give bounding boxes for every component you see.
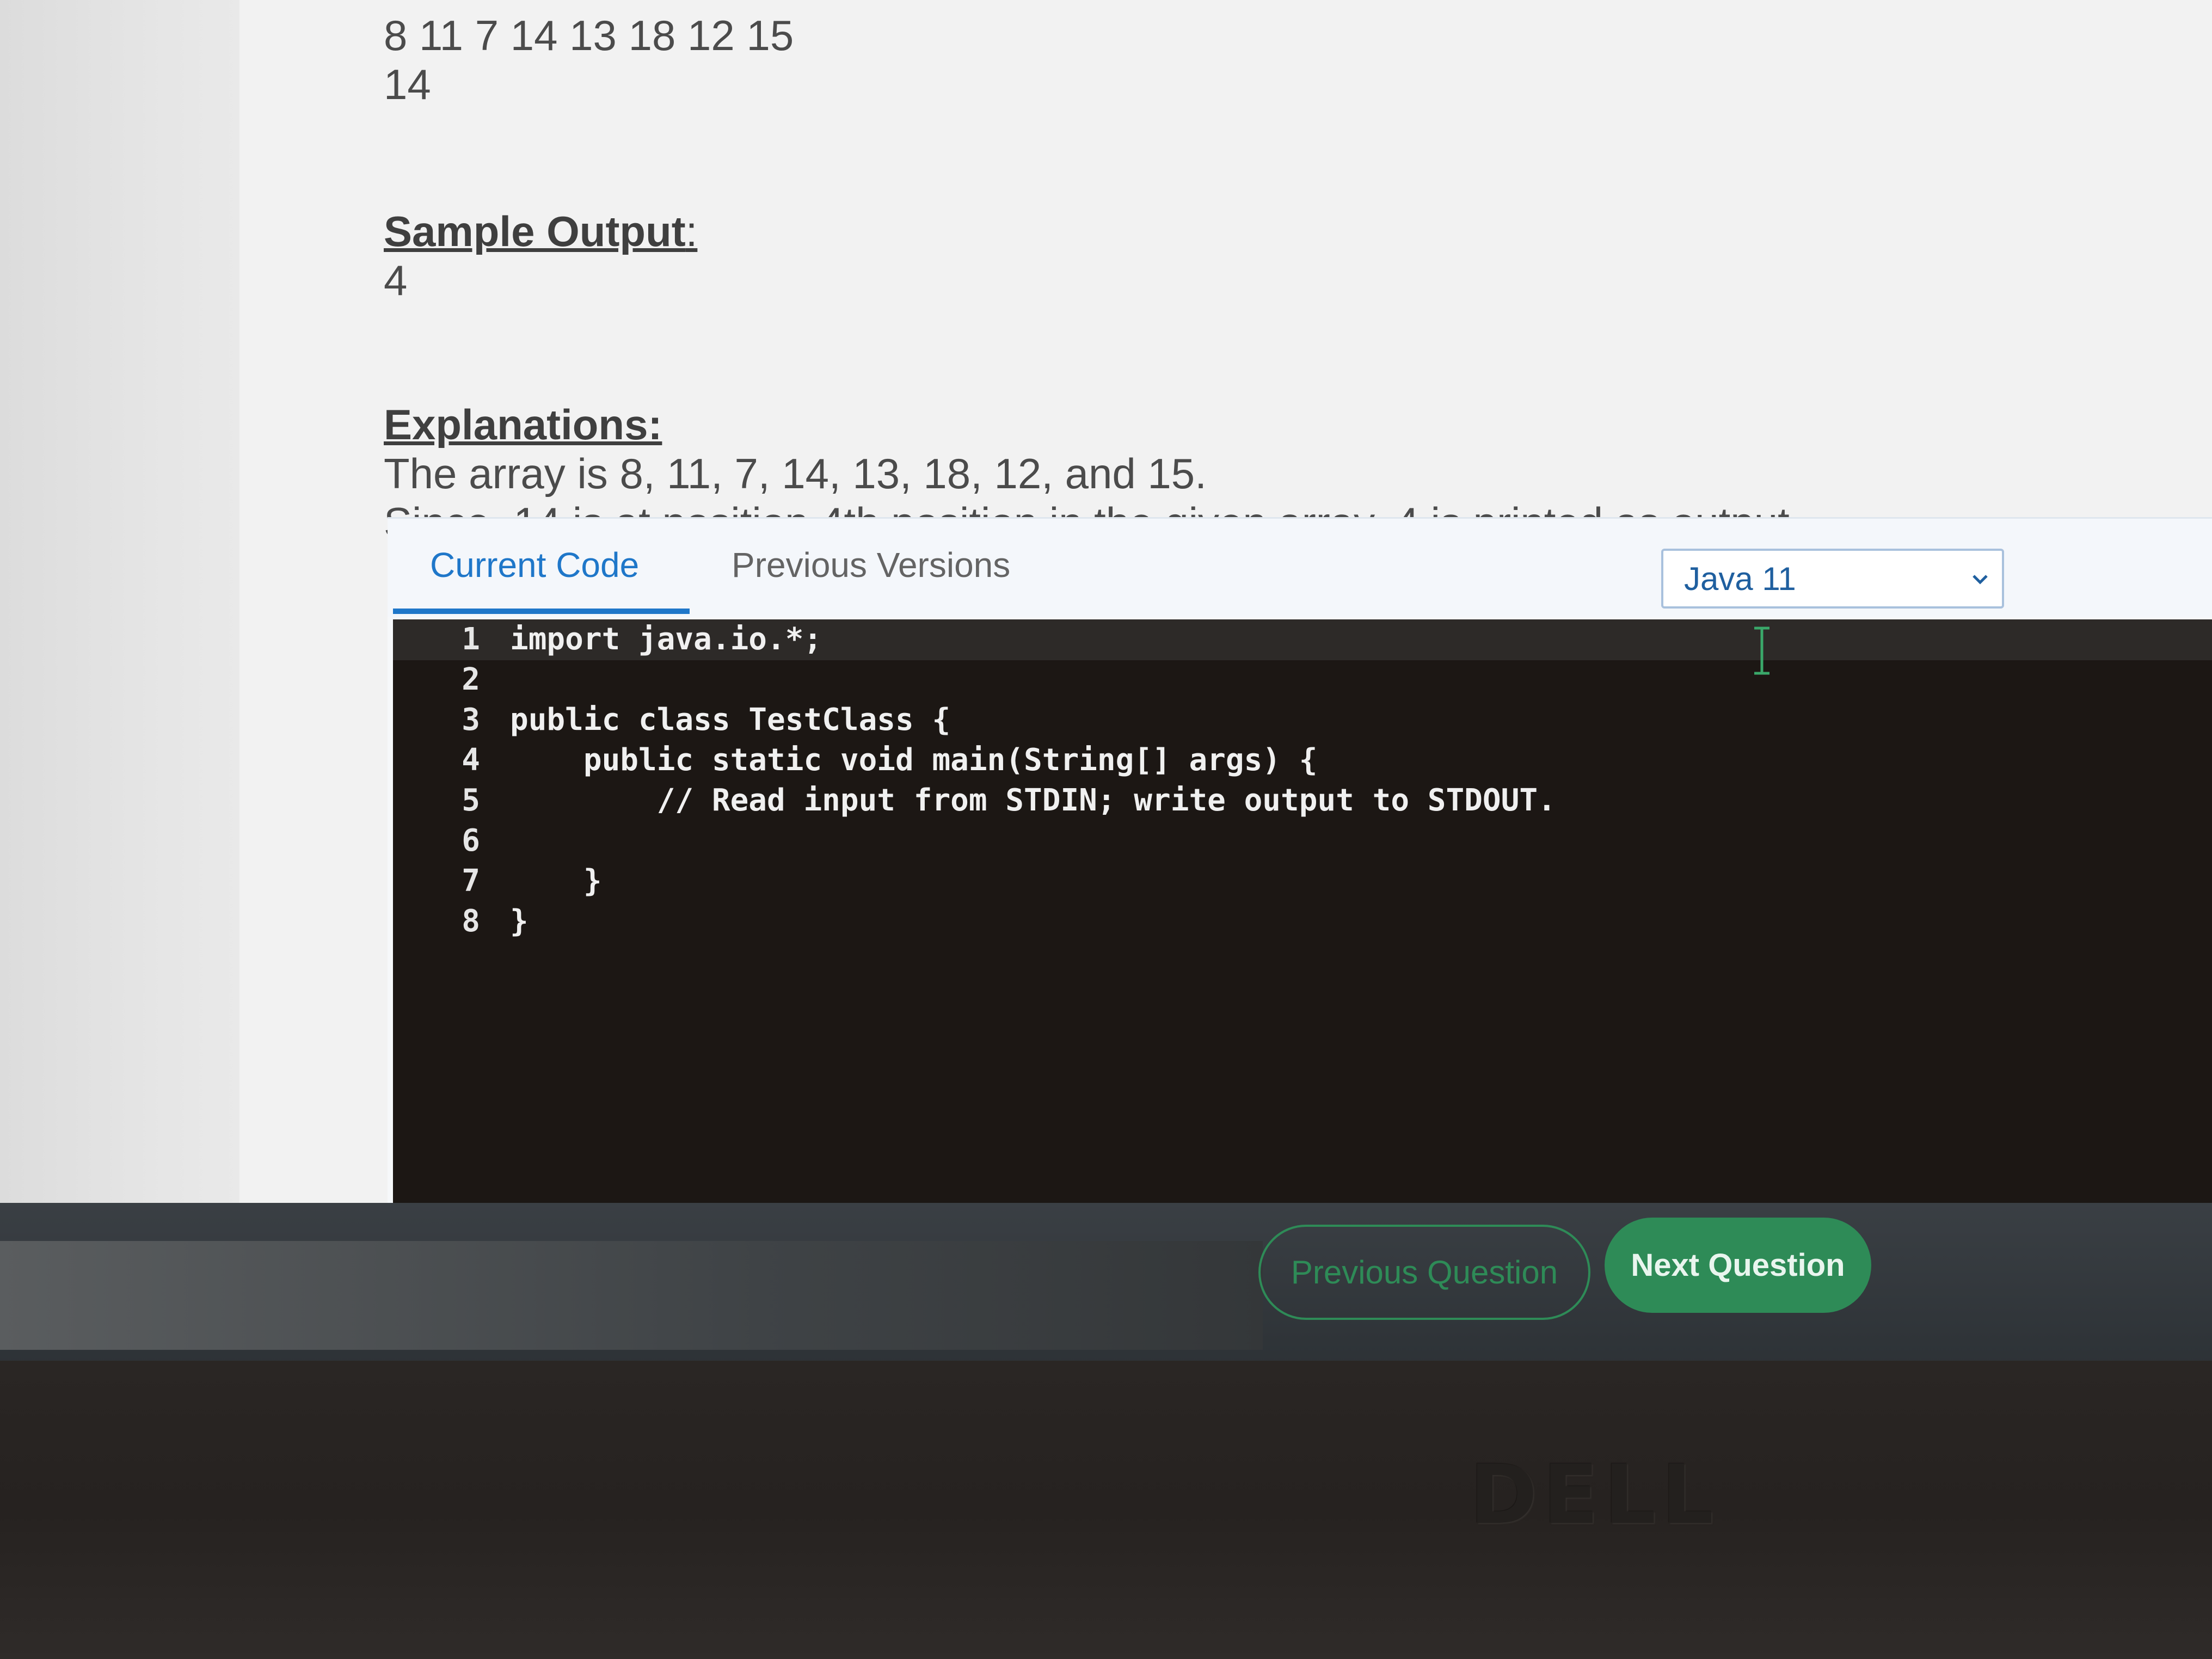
code-line[interactable]: // Read input from STDIN; write output t… [510, 781, 1556, 821]
monitor-brand-logo: DELL [1470, 1448, 1719, 1543]
explanations-heading: Explanations: [384, 401, 662, 448]
tab-current-code[interactable]: Current Code [430, 540, 639, 589]
line-number: 7 [462, 863, 480, 899]
line-number: 6 [462, 823, 480, 858]
line-number: 3 [462, 702, 480, 738]
code-line[interactable]: } [510, 861, 602, 901]
chevron-down-icon [1973, 575, 1988, 585]
code-line[interactable]: public class TestClass { [510, 700, 950, 740]
sample-output-heading: Sample Output: [384, 207, 698, 255]
monitor-bezel [0, 1361, 2212, 1659]
line-number: 8 [462, 904, 480, 939]
line-number: 1 [462, 622, 480, 657]
sample-input-line-2: 14 [384, 60, 431, 108]
monitor-screen: 8 11 7 14 13 18 12 15 14 Sample Output: … [0, 0, 2212, 1366]
sample-input-line-1: 8 11 7 14 13 18 12 15 [384, 11, 794, 59]
sample-output-title: Sample Output [384, 207, 686, 255]
explanation-line-1: The array is 8, 11, 7, 14, 13, 18, 12, a… [384, 450, 1207, 497]
line-number: 4 [462, 742, 480, 778]
left-margin [0, 0, 239, 1241]
code-editor[interactable]: 1 2 3 4 5 6 7 8 import java.io.*; public… [393, 619, 2212, 1226]
code-line[interactable]: public static void main(String[] args) { [510, 740, 1318, 781]
next-question-button[interactable]: Next Question [1605, 1218, 1871, 1313]
line-number: 2 [462, 662, 480, 697]
language-selected-value: Java 11 [1684, 561, 1796, 597]
footer-shade [0, 1241, 1263, 1350]
sample-output-value: 4 [384, 256, 408, 304]
editor-tab-bar: Current Code Previous Versions Java 11 [388, 519, 2212, 617]
problem-statement: 8 11 7 14 13 18 12 15 14 Sample Output: … [384, 11, 2125, 547]
active-tab-indicator [393, 609, 690, 614]
previous-question-button[interactable]: Previous Question [1258, 1225, 1590, 1320]
tab-previous-versions[interactable]: Previous Versions [732, 540, 1010, 589]
code-line[interactable]: } [510, 901, 529, 942]
line-number: 5 [462, 783, 480, 818]
code-line[interactable]: import java.io.*; [510, 619, 822, 660]
text-cursor-icon [1754, 626, 1769, 675]
code-editor-panel: Current Code Previous Versions Java 11 1… [388, 517, 2212, 1226]
language-select[interactable]: Java 11 [1661, 549, 2004, 609]
